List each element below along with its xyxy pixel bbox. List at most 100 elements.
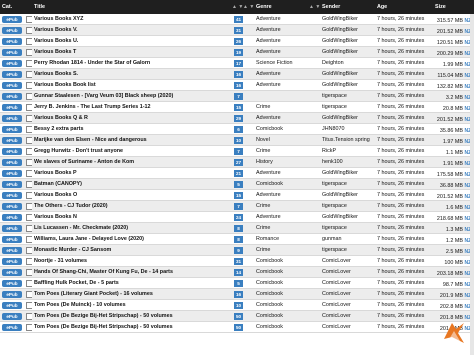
table-row[interactable]: ePub Tom Poes (De Bezige Bij-Het Stripsch… (0, 310, 474, 322)
category-badge[interactable]: ePub (2, 103, 22, 111)
row-title[interactable]: Bessy 2 extra parts (32, 123, 232, 135)
row-checkbox[interactable] (26, 323, 32, 331)
table-row[interactable]: ePub Monastic Murder - CJ Sansom 9 Crime tig… (0, 244, 474, 256)
row-sender[interactable]: GoldWingBiker (320, 189, 375, 201)
table-row[interactable]: ePub Tom Poes (Literary Giant Pocket) - 1… (0, 288, 474, 300)
table-row[interactable]: ePub Jerry B. Jenkins - The Last Trump Se… (0, 101, 474, 113)
row-title[interactable]: Tom Poes (De Muinck) - 10 volumes (32, 299, 232, 311)
category-badge[interactable]: ePub (2, 114, 22, 122)
category-badge[interactable]: ePub (2, 290, 22, 298)
table-row[interactable]: ePub Various Books V. 31 Adventure GoldWingB… (0, 24, 474, 36)
table-row[interactable]: ePub The Others - CJ Tudor (2020) 7 Crime ti… (0, 200, 474, 212)
header-genre[interactable]: Genre (254, 0, 309, 14)
row-title[interactable]: Various Books Q & R (32, 112, 232, 124)
category-badge[interactable]: ePub (2, 92, 22, 100)
row-sender[interactable]: gunman (320, 233, 375, 245)
scrollbar[interactable] (470, 14, 474, 355)
row-checkbox[interactable] (26, 301, 32, 309)
row-checkbox[interactable] (26, 26, 32, 34)
row-sender[interactable]: GoldWingBiker (320, 167, 375, 179)
row-sender[interactable]: GoldWingBiker (320, 211, 375, 223)
table-row[interactable]: ePub Various Books N 24 Adventure GoldWingBi… (0, 211, 474, 223)
table-row[interactable]: ePub Bessy 2 extra parts 6 Comicbook JHN8070… (0, 123, 474, 135)
table-row[interactable]: ePub Various Books Q & R 29 Adventure GoldWi… (0, 112, 474, 124)
row-checkbox[interactable] (26, 257, 32, 265)
row-checkbox[interactable] (26, 59, 32, 67)
row-checkbox[interactable] (26, 15, 32, 23)
row-checkbox[interactable] (26, 48, 32, 56)
row-sender[interactable]: GoldWingBiker (320, 24, 375, 36)
header-age[interactable]: Age (375, 0, 433, 14)
table-row[interactable]: ePub Various Books XYZ 41 Adventure GoldWing… (0, 14, 474, 25)
header-title[interactable]: Title (32, 0, 232, 14)
row-sender[interactable]: tigerspace (320, 101, 375, 113)
category-badge[interactable]: ePub (2, 213, 22, 221)
row-title[interactable]: Various Books P (32, 167, 232, 179)
row-sender[interactable]: JHN8070 (320, 123, 375, 135)
header-size[interactable]: Size (433, 0, 474, 14)
row-sender[interactable]: Titus.Tension spring (320, 134, 375, 146)
table-row[interactable]: ePub Tom Poes (De Muinck) - 10 volumes 10 C… (0, 299, 474, 311)
row-sender[interactable]: GoldWingBiker (320, 46, 375, 58)
table-row[interactable]: ePub Various Books S. 16 Adventure GoldWingB… (0, 68, 474, 80)
row-sender[interactable]: ComicLover (320, 277, 375, 289)
row-sender[interactable]: tigerspace (320, 222, 375, 234)
row-title[interactable]: Various Books O (32, 189, 232, 201)
row-title[interactable]: Monastic Murder - CJ Sansom (32, 244, 232, 256)
table-row[interactable]: ePub Lis Lucassen - Mr. Checkmate (2020) 8… (0, 222, 474, 234)
row-checkbox[interactable] (26, 202, 32, 210)
row-checkbox[interactable] (26, 70, 32, 78)
row-title[interactable]: Various Books U. (32, 35, 232, 47)
row-checkbox[interactable] (26, 235, 32, 243)
header-cat[interactable]: Cat. (0, 0, 24, 14)
row-checkbox[interactable] (26, 114, 32, 122)
row-sender[interactable]: ComicLover (320, 310, 375, 322)
row-title[interactable]: Various Books S. (32, 68, 232, 80)
row-checkbox[interactable] (26, 158, 32, 166)
row-title[interactable]: Various Books Book list (32, 79, 232, 91)
row-title[interactable]: Various Books T (32, 46, 232, 58)
table-row[interactable]: ePub Gunnar Staalesen - [Varg Veum 03] Bl… (0, 90, 474, 102)
row-title[interactable]: Lis Lucassen - Mr. Checkmate (2020) (32, 222, 232, 234)
category-badge[interactable]: ePub (2, 323, 22, 331)
category-badge[interactable]: ePub (2, 268, 22, 276)
row-sender[interactable]: RickP (320, 145, 375, 157)
row-title[interactable]: Noortje - 31 volumes (32, 255, 232, 267)
row-checkbox[interactable] (26, 191, 32, 199)
header-sender[interactable]: Sender (320, 0, 375, 14)
category-badge[interactable]: ePub (2, 191, 22, 199)
category-badge[interactable]: ePub (2, 37, 22, 45)
category-badge[interactable]: ePub (2, 158, 22, 166)
row-checkbox[interactable] (26, 268, 32, 276)
table-row[interactable]: ePub Various Books P 21 Adventure GoldWingBi… (0, 167, 474, 179)
row-sender[interactable]: ComicLover (320, 266, 375, 278)
row-title[interactable]: Various Books XYZ (32, 14, 232, 25)
row-title[interactable]: Batman (CANOPY) (32, 178, 232, 190)
row-title[interactable]: Tom Poes (De Bezige Bij-Het Stripschap) … (32, 321, 232, 333)
category-badge[interactable]: ePub (2, 279, 22, 287)
category-badge[interactable]: ePub (2, 312, 22, 320)
table-row[interactable]: ePub Noortje - 31 volumes 31 Comicbook Comic… (0, 255, 474, 267)
category-badge[interactable]: ePub (2, 15, 22, 23)
table-row[interactable]: ePub Various Books T 19 Adventure GoldWingBi… (0, 46, 474, 58)
row-checkbox[interactable] (26, 37, 32, 45)
row-sender[interactable]: ComicLover (320, 255, 375, 267)
category-badge[interactable]: ePub (2, 70, 22, 78)
row-sender[interactable]: ComicLover (320, 299, 375, 311)
row-sender[interactable]: GoldWingBiker (320, 79, 375, 91)
row-title[interactable]: Gunnar Staalesen - [Varg Veum 03] Black … (32, 90, 232, 102)
row-title[interactable]: Jerry B. Jenkins - The Last Trump Series… (32, 101, 232, 113)
row-checkbox[interactable] (26, 290, 32, 298)
category-badge[interactable]: ePub (2, 224, 22, 232)
table-row[interactable]: ePub Perry Rhodan 1814 - Under the Star o… (0, 57, 474, 69)
table-row[interactable]: ePub Marijke van den Elsen - Nice and dan… (0, 134, 474, 146)
table-row[interactable]: ePub Baffling Hulk Pocket, De - 5 parts 5 C… (0, 277, 474, 289)
row-checkbox[interactable] (26, 279, 32, 287)
category-badge[interactable]: ePub (2, 202, 22, 210)
row-checkbox[interactable] (26, 224, 32, 232)
category-badge[interactable]: ePub (2, 180, 22, 188)
table-row[interactable]: ePub Various Books U. 26 Adventure GoldWingB… (0, 35, 474, 47)
category-badge[interactable]: ePub (2, 169, 22, 177)
row-sender[interactable]: GoldWingBiker (320, 68, 375, 80)
row-sender[interactable]: GoldWingBiker (320, 35, 375, 47)
